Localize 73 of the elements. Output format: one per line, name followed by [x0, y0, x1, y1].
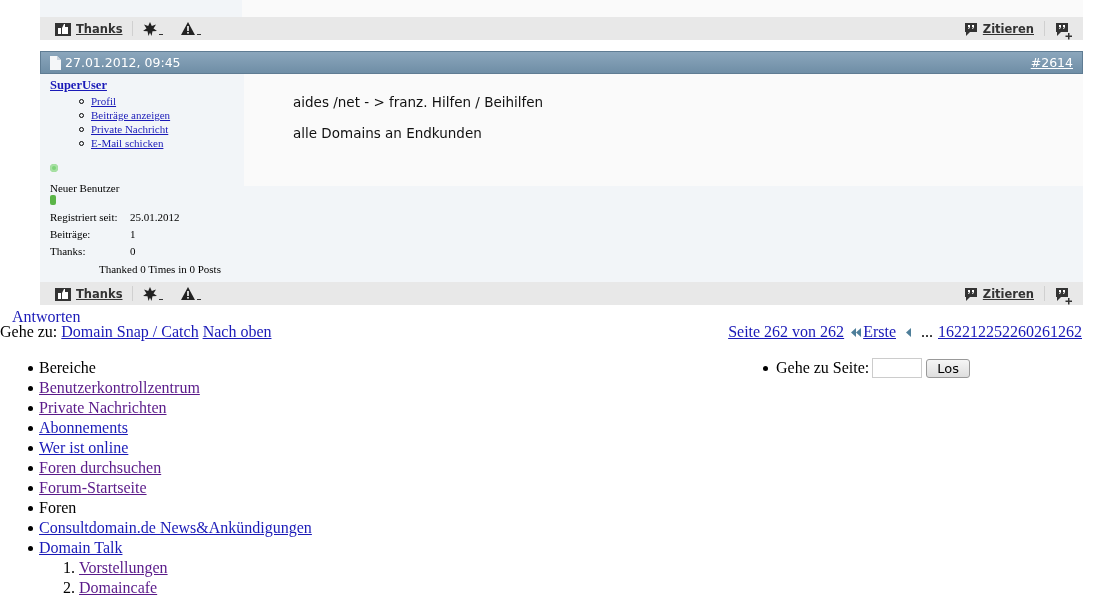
post-date: 27.01.2012, 09:45 — [65, 55, 181, 70]
bullet-icon — [28, 545, 33, 551]
nav-link[interactable]: Benutzerkontrollzentrum — [39, 378, 200, 398]
star-icon[interactable] — [143, 21, 158, 36]
thanked-text: Thanked 0 Times in 0 Posts — [98, 263, 222, 275]
stat-label: Registriert seit: — [50, 211, 119, 225]
bullet-icon — [763, 365, 768, 371]
bullet-icon — [28, 445, 33, 451]
warning-icon[interactable] — [181, 21, 196, 36]
nav-link[interactable]: Domain Talk — [39, 538, 123, 558]
quote-link[interactable]: Zitieren — [963, 21, 1034, 36]
warning-icon[interactable] — [181, 286, 196, 301]
bullet-icon — [28, 465, 33, 471]
user-menu-link[interactable]: Private Nachricht — [91, 122, 169, 136]
bullet-icon — [28, 525, 33, 531]
user-menu-link[interactable]: Beiträge anzeigen — [91, 108, 171, 122]
page-number-field[interactable] — [872, 358, 923, 378]
goto-label: Gehe zu: — [0, 323, 58, 340]
nav-link[interactable]: Foren durchsuchen — [39, 458, 162, 478]
thanks-icon[interactable] — [55, 21, 71, 36]
nav-link[interactable]: Consultdomain.de News&Ankündigungen — [39, 518, 312, 538]
user-menu-link[interactable]: Profil — [91, 94, 117, 108]
stat-value: 0 — [130, 245, 136, 259]
bullet-icon — [28, 505, 33, 511]
quote-icon[interactable] — [963, 21, 978, 36]
message-line: aides /net - > franz. Hilfen / Beihilfen — [293, 94, 545, 110]
quote-link[interactable]: Zitieren — [963, 286, 1034, 301]
multi-quote-icon[interactable] — [1055, 21, 1073, 40]
list-number: 1. — [63, 558, 75, 578]
ellipsis: ... — [921, 322, 933, 342]
bullet-icon — [28, 365, 33, 371]
page-numbers-link[interactable]: 162212252260261262 — [938, 322, 1082, 342]
bullet-icon — [28, 385, 33, 391]
page-summary-link[interactable]: Seite 262 von 262 — [728, 322, 845, 342]
report-link[interactable] — [181, 21, 202, 36]
stat-label: Thanks: — [50, 245, 87, 259]
bullet-icon — [28, 485, 33, 491]
bullet-icon — [28, 425, 33, 431]
nav-link[interactable]: Forum-Startseite — [39, 478, 147, 498]
report-link[interactable] — [181, 286, 202, 301]
reputation-icon — [50, 195, 56, 205]
thanks-icon[interactable] — [55, 286, 71, 301]
reply-link[interactable]: Antworten — [12, 310, 81, 324]
user-menu-link[interactable]: E-Mail schicken — [91, 136, 164, 150]
stat-value: 1 — [130, 228, 136, 242]
message-line: alle Domains an Endkunden — [293, 125, 483, 141]
nav-link[interactable]: Domaincafe — [79, 578, 158, 598]
nav-heading: Foren — [39, 498, 77, 518]
rate-link[interactable] — [143, 21, 164, 36]
nav-link[interactable]: Private Nachrichten — [39, 398, 167, 418]
top-link[interactable]: Nach oben — [202, 323, 272, 340]
user-rank: Neuer Benutzer — [50, 182, 121, 194]
jump-label: Gehe zu Seite: — [776, 358, 870, 378]
multi-quote-icon[interactable] — [1055, 286, 1073, 305]
double-arrow-icon[interactable] — [851, 327, 862, 337]
nav-link[interactable]: Vorstellungen — [79, 558, 168, 578]
thanks-link[interactable]: Thanks — [55, 21, 123, 36]
nav-link[interactable]: Abonnements — [39, 418, 128, 438]
nav-heading: Bereiche — [39, 358, 96, 378]
stat-value: 25.01.2012 — [130, 211, 180, 225]
stat-label: Beiträge: — [50, 228, 92, 242]
first-page-link[interactable]: Erste — [863, 322, 896, 342]
bullet-icon — [28, 405, 33, 411]
nav-link[interactable]: Wer ist online — [39, 438, 129, 458]
thanks-link[interactable]: Thanks — [55, 286, 123, 301]
username-link[interactable]: SuperUser — [50, 78, 107, 93]
forum-link[interactable]: Domain Snap / Catch — [61, 323, 199, 340]
arrow-left-icon[interactable] — [906, 327, 911, 337]
star-icon[interactable] — [143, 286, 158, 301]
rate-link[interactable] — [143, 286, 164, 301]
list-number: 2. — [63, 578, 75, 598]
quote-icon[interactable] — [963, 286, 978, 301]
go-button[interactable]: Los — [926, 358, 971, 378]
